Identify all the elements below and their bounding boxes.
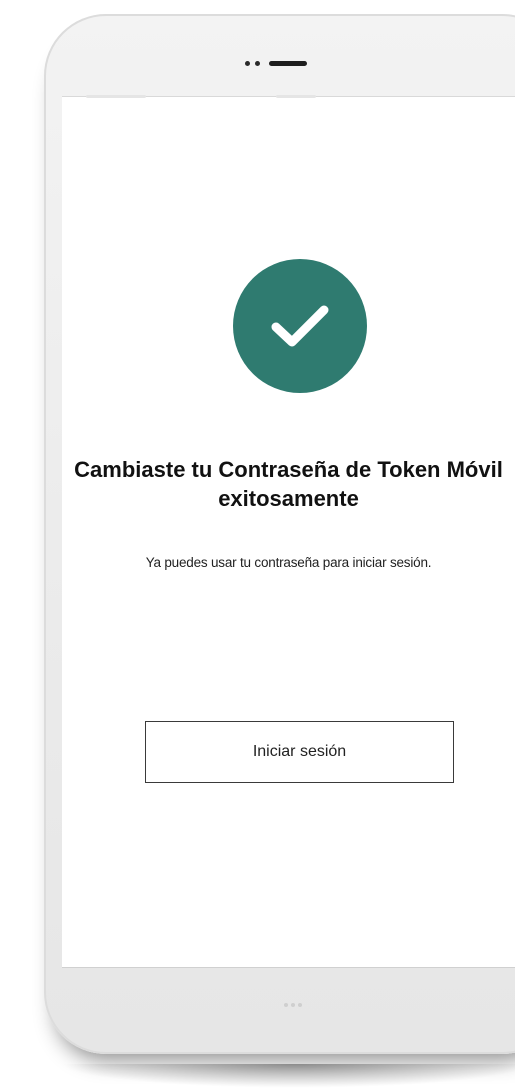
- speaker-grille: [269, 61, 307, 66]
- sensor-dot: [255, 61, 260, 66]
- success-title: Cambiaste tu Contraseña de Token Móvil e…: [74, 457, 503, 511]
- home-dot: [284, 1003, 288, 1007]
- home-indicator: [284, 1003, 302, 1007]
- home-dot: [298, 1003, 302, 1007]
- home-dot: [291, 1003, 295, 1007]
- status-bar-left: [86, 95, 146, 98]
- device-shadow: [60, 1064, 515, 1088]
- status-bar-right: [276, 95, 316, 98]
- app-screen: Cambiaste tu Contraseña de Token Móvil e…: [62, 95, 515, 968]
- phone-speaker: [245, 61, 307, 66]
- stage: Cambiaste tu Contraseña de Token Móvil e…: [0, 0, 515, 1088]
- success-message: Ya puedes usar tu contraseña para inicia…: [145, 555, 432, 570]
- success-badge: [233, 259, 367, 393]
- checkmark-icon: [271, 305, 329, 347]
- camera-dot: [245, 61, 250, 66]
- login-button[interactable]: Iniciar sesión: [145, 721, 454, 783]
- status-bar: [86, 95, 316, 99]
